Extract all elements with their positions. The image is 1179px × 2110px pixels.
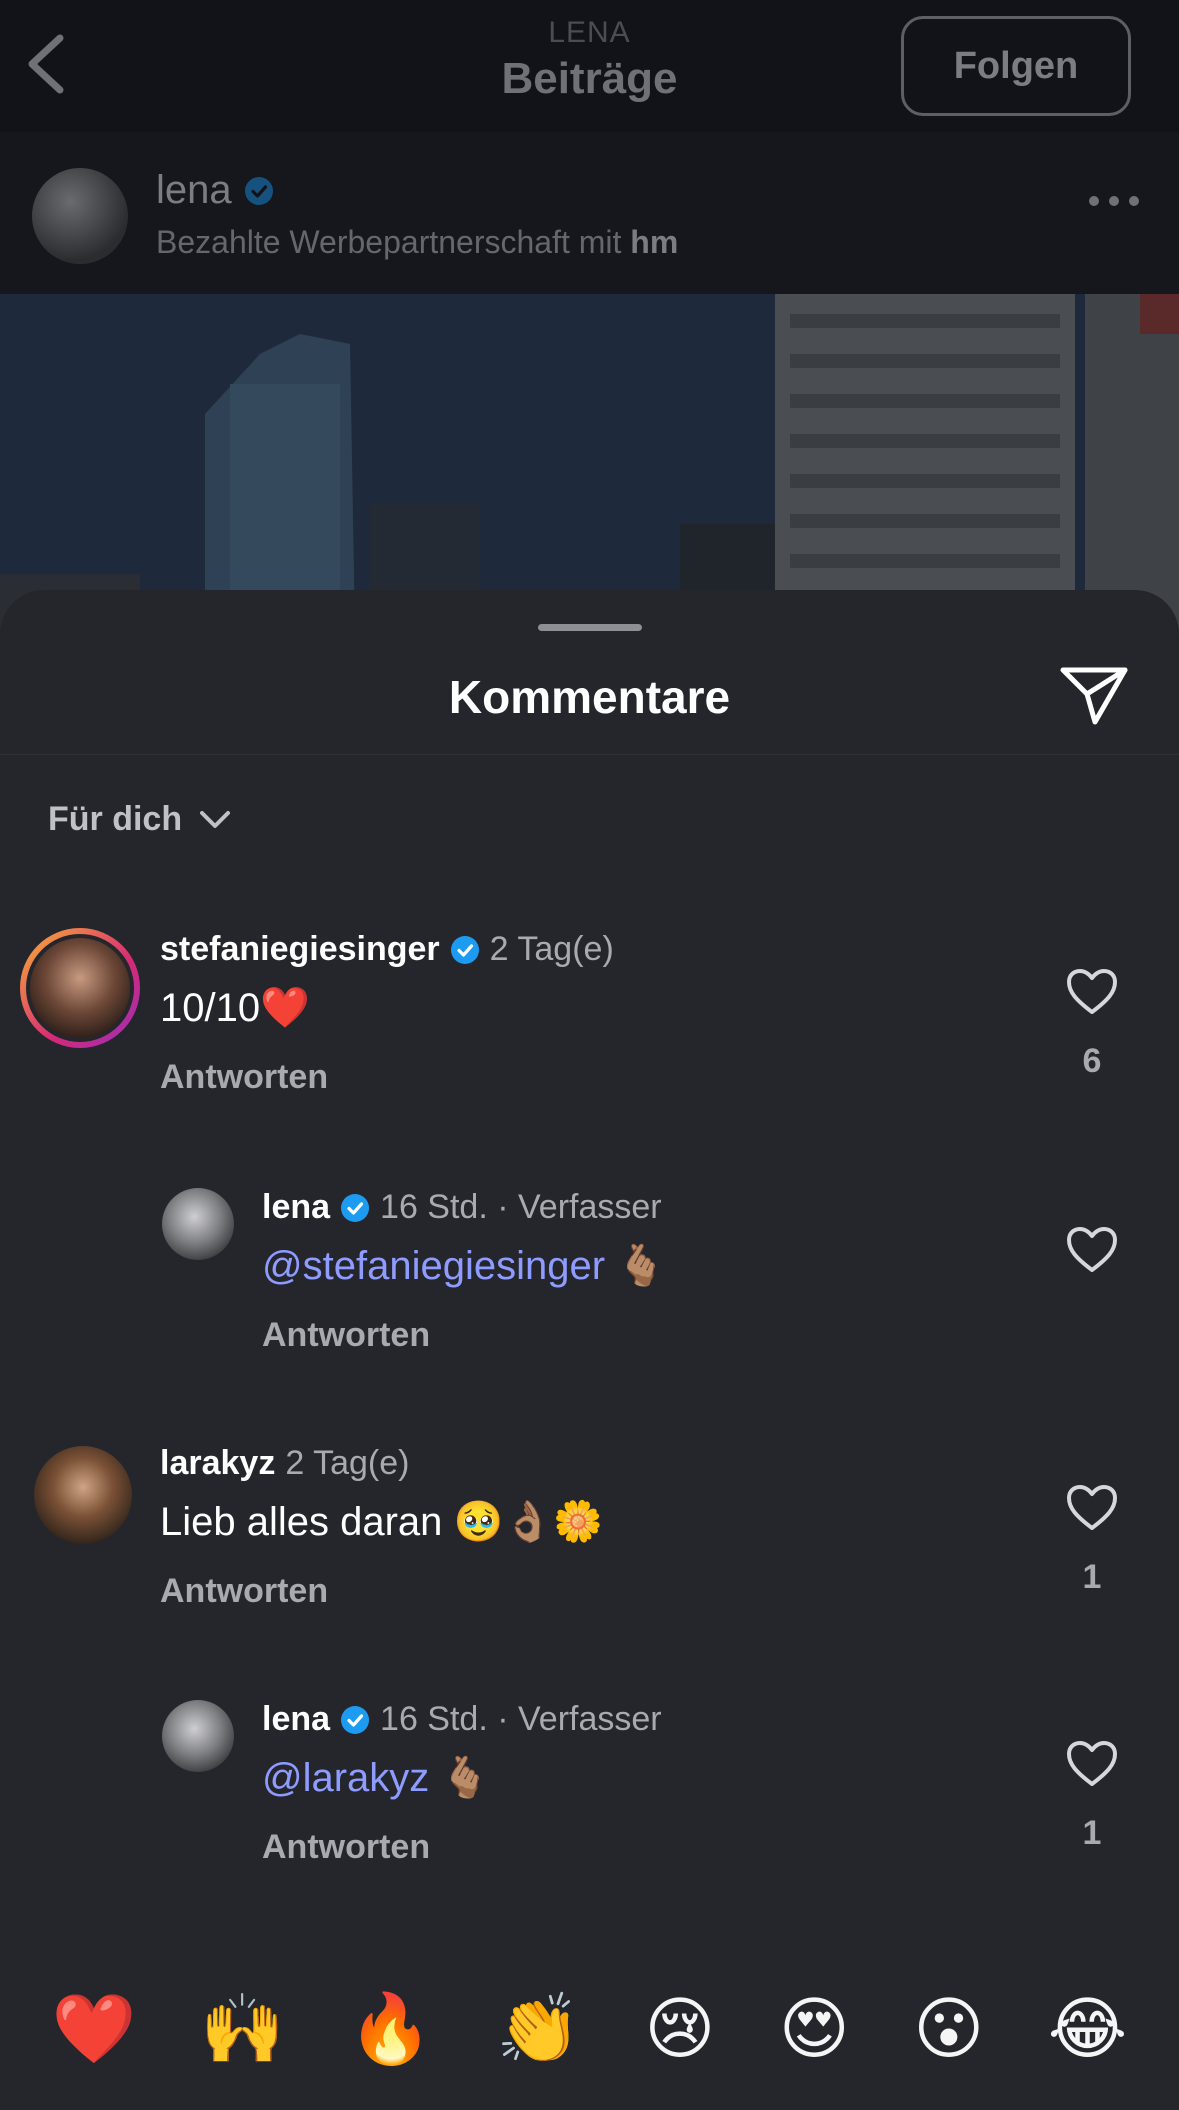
comment-timestamp: 2 Tag(e) [285, 1444, 410, 1482]
reaction-crying-emoji[interactable]: 😢 [645, 1996, 716, 2064]
comment-username[interactable]: lena [262, 1700, 330, 1739]
post-author[interactable]: lena [156, 168, 274, 213]
like-heart-icon[interactable] [1066, 1484, 1118, 1532]
reply-button[interactable]: Antworten [160, 1572, 328, 1611]
verified-badge-icon [244, 176, 273, 205]
like-count: 6 [1082, 1042, 1102, 1080]
comment-username[interactable]: stefaniegiesinger [160, 930, 440, 969]
avatar[interactable] [20, 928, 140, 1048]
comment-timestamp: 16 Std. · Verfasser [380, 1700, 662, 1738]
comment-text: @larakyz 🫰🏽 [262, 1756, 491, 1800]
like-count: 1 [1082, 1814, 1102, 1852]
reaction-heart-emoji[interactable]: ❤️ [52, 1996, 137, 2064]
avatar[interactable] [32, 168, 128, 264]
emoji-reaction-bar: ❤️ 🙌 🔥 👏 😢 😍 😮 😂 [0, 1980, 1179, 2080]
reaction-raised-hands-emoji[interactable]: 🙌 [200, 1996, 285, 2064]
comment-filter-dropdown[interactable]: Für dich [48, 800, 232, 839]
sheet-divider [0, 754, 1179, 755]
verified-badge-icon [341, 1193, 370, 1222]
post-username[interactable]: lena [156, 168, 232, 213]
city-skyline-image [0, 294, 1179, 634]
comment-timestamp: 16 Std. · Verfasser [380, 1188, 662, 1226]
comment-text: 10/10❤️ [160, 986, 310, 1030]
reaction-clapping-emoji[interactable]: 👏 [496, 1996, 581, 2064]
reaction-laughing-emoji[interactable]: 😂 [1048, 1996, 1127, 2064]
reply-button[interactable]: Antworten [160, 1058, 328, 1097]
user-mention-link[interactable]: @stefaniegiesinger [262, 1244, 605, 1288]
chevron-down-icon [200, 810, 231, 828]
comment-username[interactable]: larakyz [160, 1444, 275, 1483]
more-options-icon[interactable] [1089, 196, 1139, 206]
like-heart-icon[interactable] [1066, 1740, 1118, 1788]
follow-button[interactable]: Folgen [901, 16, 1131, 116]
comment-text: Lieb alles daran 🥹👌🏽🌼 [160, 1500, 603, 1544]
verified-badge-icon [341, 1705, 370, 1734]
user-mention-link[interactable]: @larakyz [262, 1756, 429, 1800]
comment-text: @stefaniegiesinger 🫰🏽 [262, 1244, 666, 1288]
reaction-surprised-emoji[interactable]: 😮 [913, 1996, 984, 2064]
avatar[interactable] [162, 1700, 234, 1772]
comment-timestamp: 2 Tag(e) [489, 930, 614, 968]
filter-label: Für dich [48, 800, 183, 838]
comment-username[interactable]: lena [262, 1188, 330, 1227]
avatar[interactable] [34, 1446, 132, 1544]
post-header [0, 132, 1179, 294]
verified-badge-icon [450, 935, 479, 964]
comments-title: Kommentare [448, 671, 731, 723]
reply-button[interactable]: Antworten [262, 1828, 430, 1867]
like-heart-icon[interactable] [1066, 968, 1118, 1016]
paid-partnership-label[interactable]: Bezahlte Werbepartnerschaft mit hm [156, 224, 678, 261]
reaction-fire-emoji[interactable]: 🔥 [348, 1996, 433, 2064]
send-icon[interactable] [1059, 664, 1129, 726]
like-count: 1 [1082, 1558, 1102, 1596]
like-heart-icon[interactable] [1066, 1226, 1118, 1274]
sheet-drag-handle[interactable] [538, 624, 642, 631]
avatar[interactable] [162, 1188, 234, 1260]
reply-button[interactable]: Antworten [262, 1316, 430, 1355]
post-image[interactable] [0, 294, 1179, 634]
reaction-heart-eyes-emoji[interactable]: 😍 [779, 1996, 850, 2064]
